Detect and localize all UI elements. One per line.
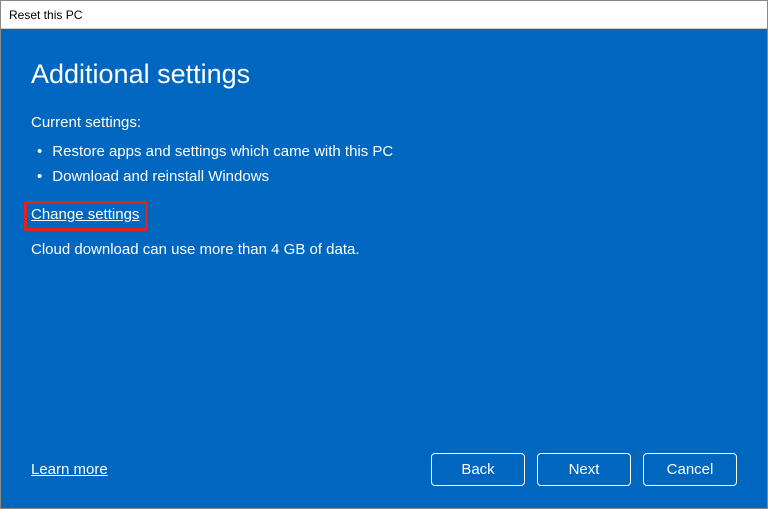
setting-text: Download and reinstall Windows (52, 168, 269, 185)
list-item: Restore apps and settings which came wit… (31, 139, 737, 164)
cloud-download-note: Cloud download can use more than 4 GB of… (31, 241, 737, 258)
settings-list: Restore apps and settings which came wit… (31, 139, 737, 189)
titlebar: Reset this PC (1, 1, 767, 29)
button-row: Back Next Cancel (431, 453, 737, 486)
window-title: Reset this PC (9, 8, 82, 22)
content-area: Additional settings Current settings: Re… (1, 29, 767, 508)
reset-pc-window: Reset this PC Additional settings Curren… (0, 0, 768, 509)
footer: Learn more Back Next Cancel (31, 453, 737, 486)
change-settings-highlight: Change settings (24, 201, 148, 231)
back-button[interactable]: Back (431, 453, 525, 486)
current-settings-label: Current settings: (31, 114, 737, 131)
change-settings-link[interactable]: Change settings (31, 206, 139, 223)
page-title: Additional settings (31, 59, 737, 90)
next-button[interactable]: Next (537, 453, 631, 486)
setting-text: Restore apps and settings which came wit… (52, 143, 393, 160)
learn-more-link[interactable]: Learn more (31, 461, 108, 478)
list-item: Download and reinstall Windows (31, 164, 737, 189)
cancel-button[interactable]: Cancel (643, 453, 737, 486)
